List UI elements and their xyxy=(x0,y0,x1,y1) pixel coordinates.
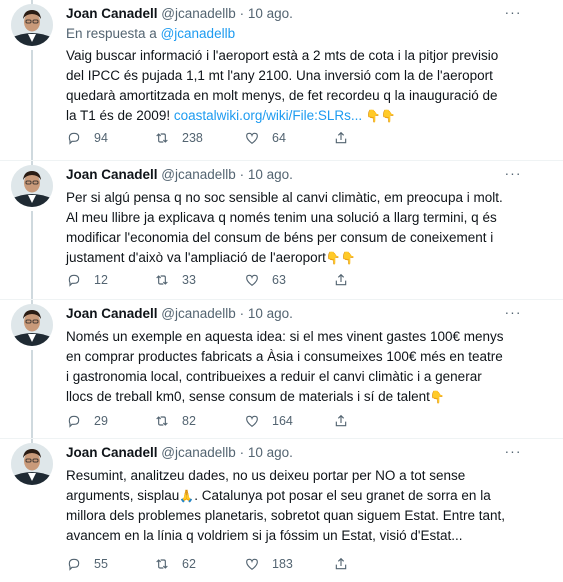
tweet-date[interactable]: · 10 ago. xyxy=(240,306,293,321)
tweet-text: Vaig buscar informació i l'aeroport està… xyxy=(66,46,506,123)
more-dots-icon[interactable]: ··· xyxy=(503,166,523,183)
share-icon xyxy=(335,273,347,286)
share-button[interactable] xyxy=(333,411,349,431)
heart-icon xyxy=(246,415,258,428)
retweet-icon xyxy=(156,416,168,426)
tweet[interactable]: Joan Canadell @jcanadellb · 10 ago. ··· … xyxy=(0,0,563,160)
pointing-down-emoji: 👇👇 xyxy=(325,251,356,265)
share-icon xyxy=(335,131,347,144)
reply-count: 55 xyxy=(94,557,108,571)
retweet-button[interactable]: 33 xyxy=(154,270,196,290)
like-count: 63 xyxy=(272,273,286,287)
heart-icon xyxy=(246,132,258,145)
more-dots-icon[interactable]: ··· xyxy=(503,5,523,22)
tweet-date[interactable]: · 10 ago. xyxy=(240,167,293,182)
share-icon xyxy=(335,557,347,570)
author-name[interactable]: Joan Canadell xyxy=(66,6,158,21)
avatar[interactable] xyxy=(11,165,53,207)
avatar[interactable] xyxy=(11,4,53,46)
tweet-header: Joan Canadell @jcanadellb · 10 ago. xyxy=(66,167,293,187)
share-icon xyxy=(335,414,347,427)
tweet-header: Joan Canadell @jcanadellb · 10 ago. xyxy=(66,6,293,26)
reply-button[interactable]: 94 xyxy=(66,128,108,148)
tweet-text: Només un exemple en aquesta idea: si el … xyxy=(66,327,506,407)
author-handle[interactable]: @jcanadellb xyxy=(161,167,236,182)
tweet-header: Joan Canadell @jcanadellb · 10 ago. xyxy=(66,445,293,465)
avatar[interactable] xyxy=(11,443,53,485)
retweet-icon xyxy=(156,133,168,143)
author-handle[interactable]: @jcanadellb xyxy=(161,445,236,460)
retweet-button[interactable]: 238 xyxy=(154,128,203,148)
tweet-text: Per si algú pensa q no soc sensible al c… xyxy=(66,188,506,268)
like-count: 183 xyxy=(272,557,293,571)
like-count: 164 xyxy=(272,414,293,428)
retweet-icon xyxy=(156,559,168,569)
reply-icon xyxy=(68,558,80,571)
reply-button[interactable]: 12 xyxy=(66,270,108,290)
thread-line xyxy=(31,50,33,160)
reply-icon xyxy=(68,274,80,287)
like-button[interactable]: 63 xyxy=(244,270,286,290)
author-handle[interactable]: @jcanadellb xyxy=(161,6,236,21)
profile-photo-icon xyxy=(11,304,53,346)
like-button[interactable]: 183 xyxy=(244,554,293,574)
tweet[interactable]: Joan Canadell @jcanadellb · 10 ago. ··· … xyxy=(0,439,563,582)
tweet-date[interactable]: · 10 ago. xyxy=(240,445,293,460)
share-button[interactable] xyxy=(333,270,349,290)
reply-context: En respuesta a @jcanadellb xyxy=(66,26,235,41)
author-name[interactable]: Joan Canadell xyxy=(66,167,158,182)
profile-photo-icon xyxy=(11,165,53,207)
retweet-count: 238 xyxy=(182,131,203,145)
reply-icon xyxy=(68,415,80,428)
heart-icon xyxy=(246,558,258,571)
reply-button[interactable]: 29 xyxy=(66,411,108,431)
retweet-button[interactable]: 62 xyxy=(154,554,196,574)
reply-count: 29 xyxy=(94,414,108,428)
share-button[interactable] xyxy=(333,554,349,574)
more-dots-icon[interactable]: ··· xyxy=(503,305,523,322)
retweet-button[interactable]: 82 xyxy=(154,411,196,431)
pointing-down-emoji: 👇 xyxy=(429,390,445,404)
tweet-link[interactable]: coastalwiki.org/wiki/File:SLRs... xyxy=(174,108,362,123)
retweet-icon xyxy=(156,275,168,285)
profile-photo-icon xyxy=(11,4,53,46)
heart-icon xyxy=(246,274,258,287)
reply-label: En respuesta a xyxy=(66,26,157,41)
tweet-text-content: Per si algú pensa q no soc sensible al c… xyxy=(66,190,503,265)
tweet[interactable]: Joan Canadell @jcanadellb · 10 ago. ··· … xyxy=(0,300,563,438)
reply-handle-link[interactable]: @jcanadellb xyxy=(161,26,236,41)
thread-line xyxy=(31,211,33,299)
tweet-thread: Joan Canadell @jcanadellb · 10 ago. ··· … xyxy=(0,0,563,582)
retweet-count: 82 xyxy=(182,414,196,428)
author-handle[interactable]: @jcanadellb xyxy=(161,306,236,321)
thread-line xyxy=(31,350,33,438)
reply-button[interactable]: 55 xyxy=(66,554,108,574)
share-button[interactable] xyxy=(333,128,349,148)
tweet-actions: 12 33 63 xyxy=(66,270,506,290)
pointing-down-emoji: 👇👇 xyxy=(365,109,396,123)
reply-count: 94 xyxy=(94,131,108,145)
like-button[interactable]: 164 xyxy=(244,411,293,431)
reply-icon xyxy=(68,132,80,145)
like-count: 64 xyxy=(272,131,286,145)
tweet[interactable]: Joan Canadell @jcanadellb · 10 ago. ··· … xyxy=(0,161,563,299)
tweet-actions: 94 238 64 xyxy=(66,128,506,148)
reply-count: 12 xyxy=(94,273,108,287)
author-name[interactable]: Joan Canadell xyxy=(66,445,158,460)
folded-hands-emoji: 🙏 xyxy=(179,489,195,503)
retweet-count: 33 xyxy=(182,273,196,287)
tweet-date[interactable]: · 10 ago. xyxy=(240,6,293,21)
tweet-actions: 29 82 164 xyxy=(66,411,506,431)
tweet-actions: 55 62 183 xyxy=(66,554,506,574)
retweet-count: 62 xyxy=(182,557,196,571)
tweet-text: Resumint, analitzeu dades, no us deixeu … xyxy=(66,466,506,546)
profile-photo-icon xyxy=(11,443,53,485)
more-dots-icon[interactable]: ··· xyxy=(503,444,523,461)
author-name[interactable]: Joan Canadell xyxy=(66,306,158,321)
avatar[interactable] xyxy=(11,304,53,346)
tweet-header: Joan Canadell @jcanadellb · 10 ago. xyxy=(66,306,293,326)
like-button[interactable]: 64 xyxy=(244,128,286,148)
